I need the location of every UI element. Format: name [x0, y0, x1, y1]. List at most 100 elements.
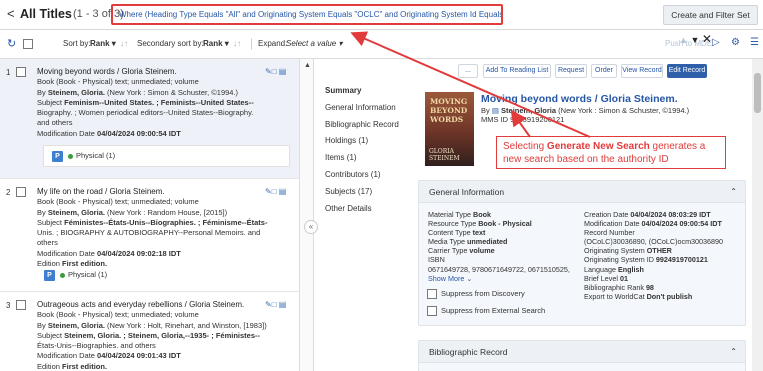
nav-subjects[interactable]: Subjects (17)	[325, 187, 410, 204]
suppress-external-checkbox[interactable]: Suppress from External Search	[427, 306, 545, 317]
header-bar: < All Titles (1 - 3 of 3) Where (Heading…	[0, 0, 763, 30]
share-icon[interactable]: ▷	[712, 37, 720, 48]
field-isbn-value: 0671649728, 9780671649722, 0671510525,	[428, 264, 570, 274]
record-section-nav: Summary General Information Bibliographi…	[325, 86, 410, 220]
record-icons[interactable]: ✎□ ▤	[265, 67, 286, 76]
search-query[interactable]: Where (Heading Type Equals "All" and Ori…	[111, 4, 503, 25]
chevron-up-icon[interactable]: ⌃	[730, 187, 737, 196]
field-record-number: (OCoLC)30036890, (OCoLC)ocm30036890	[584, 237, 724, 247]
result-number: 2	[6, 188, 11, 197]
previous-record-icon[interactable]: ▲	[679, 35, 688, 45]
list-view-icon[interactable]: ☰	[750, 37, 759, 48]
record-actions: ... Add To Reading List Request Order Vi…	[456, 64, 756, 78]
collapse-pane-icon[interactable]: «	[304, 220, 318, 234]
select-all-checkbox[interactable]	[23, 39, 33, 49]
nav-items[interactable]: Items (1)	[325, 153, 410, 170]
suppress-discovery-checkbox[interactable]: Suppress from Discovery	[427, 289, 525, 300]
expand-select[interactable]: Select a value ▾	[286, 39, 343, 48]
back-arrow-icon[interactable]: <	[7, 6, 15, 21]
more-actions-button[interactable]: ...	[458, 64, 478, 78]
view-record-button[interactable]: View Record	[621, 64, 663, 78]
result-line: Edition First edition.	[37, 361, 108, 371]
list-item[interactable]: 1 Moving beyond words / Gloria Steinem. …	[0, 59, 299, 179]
add-to-reading-list-button[interactable]: Add To Reading List	[483, 64, 551, 78]
result-line: By Steinem, Gloria. (New York : Random H…	[37, 207, 228, 217]
nav-other-details[interactable]: Other Details	[325, 204, 410, 221]
by-label: By	[481, 106, 490, 115]
result-checkbox[interactable]	[16, 300, 26, 310]
result-line: Modification Date 04/04/2024 09:01:43 ID…	[37, 351, 181, 361]
results-toolbar: ↻ Sort by: Rank ▾ ↓↑ Secondary sort by: …	[0, 30, 763, 59]
result-line: and others	[37, 118, 73, 128]
authority-icon[interactable]: ▤	[492, 106, 499, 115]
field-content-type: Content Type text	[428, 228, 486, 238]
field-export-worldcat: Export to WorldCat Don't publish	[584, 291, 693, 301]
show-more-link[interactable]: Show More ⌄	[428, 274, 570, 283]
nav-summary[interactable]: Summary	[325, 86, 410, 103]
physical-inventory[interactable]: P Physical (1)	[43, 264, 133, 286]
gear-icon[interactable]: ⚙	[731, 37, 740, 48]
panel-title: General Information	[429, 187, 505, 197]
create-filter-set-button[interactable]: Create and Filter Set	[663, 5, 758, 25]
results-list: 1 Moving beyond words / Gloria Steinem. …	[0, 59, 300, 371]
cover-title: MOVING BEYOND WORDS	[430, 97, 468, 124]
chevron-up-icon[interactable]: ⌃	[730, 347, 737, 356]
field-media-type: Media Type unmediated	[428, 237, 508, 247]
bibliographic-record-header[interactable]: Bibliographic Record ⌃	[419, 341, 745, 363]
nav-holdings[interactable]: Holdings (1)	[325, 136, 410, 153]
result-number: 3	[6, 301, 11, 310]
record-icons[interactable]: ✎□ ▤	[265, 187, 286, 196]
list-item[interactable]: 2 My life on the road / Gloria Steinem. …	[0, 179, 299, 292]
result-line: Modification Date 04/04/2024 09:00:54 ID…	[37, 128, 181, 138]
record-title[interactable]: Moving beyond words / Gloria Steinem.	[481, 93, 678, 105]
panel-title: Bibliographic Record	[429, 347, 508, 357]
result-checkbox[interactable]	[16, 67, 26, 77]
field-resource-type: Resource Type Book - Physical	[428, 219, 532, 229]
result-line: Modification Date 04/04/2024 09:02:18 ID…	[37, 248, 181, 258]
field-carrier-type: Carrier Type volume	[428, 246, 495, 256]
physical-label: Physical (1)	[68, 270, 108, 279]
close-icon[interactable]: ✕	[702, 32, 712, 46]
general-right-column: Creation Date 04/04/2024 08:03:29 IDT Mo…	[584, 210, 723, 301]
result-line: Book (Book - Physical) text; unmediated;…	[37, 77, 199, 87]
annotation-text: Selecting Generate New Search generates …	[503, 141, 706, 165]
field-record-number-label: Record Number	[584, 228, 635, 238]
request-button[interactable]: Request	[555, 64, 587, 78]
sort-direction-icon[interactable]: ↓↑	[120, 39, 128, 48]
result-title[interactable]: Outrageous acts and everyday rebellions …	[37, 300, 269, 310]
nav-contributors[interactable]: Contributors (1)	[325, 170, 410, 187]
scroll-up-icon[interactable]: ▲	[304, 62, 311, 69]
list-item[interactable]: 3 Outrageous acts and everyday rebellion…	[0, 292, 299, 371]
book-cover: MOVING BEYOND WORDS GLORIA STEINEM	[425, 92, 474, 166]
author-link[interactable]: Steinem, Gloria	[501, 106, 556, 115]
result-line: Biography. ; Women periodical editors--U…	[37, 108, 254, 118]
details-scrollbar[interactable]	[752, 59, 763, 371]
general-information-header[interactable]: General Information ⌃	[419, 181, 745, 203]
result-number: 1	[6, 68, 11, 77]
nav-general-information[interactable]: General Information	[325, 103, 410, 120]
next-record-icon[interactable]: ▼	[690, 35, 699, 45]
field-creation-date: Creation Date 04/04/2024 08:03:29 IDT	[584, 210, 711, 219]
secondary-sort-select[interactable]: Rank ▾	[203, 39, 229, 48]
field-brief-level: Brief Level 01	[584, 273, 628, 283]
general-left-column: Material Type Book Resource Type Book - …	[428, 210, 570, 283]
scroll-thumb[interactable]	[754, 73, 761, 113]
edit-record-button[interactable]: Edit Record	[667, 64, 707, 78]
result-title[interactable]: Moving beyond words / Gloria Steinem.	[37, 67, 269, 77]
result-checkbox[interactable]	[16, 187, 26, 197]
record-icons[interactable]: ✎□ ▤	[265, 300, 286, 309]
sort-select[interactable]: Rank ▾	[90, 39, 116, 48]
page-title: All Titles	[20, 7, 72, 21]
refresh-icon[interactable]: ↻	[7, 37, 16, 50]
result-title[interactable]: My life on the road / Gloria Steinem.	[37, 187, 269, 197]
secondary-direction-icon[interactable]: ↓↑	[233, 39, 241, 48]
order-button[interactable]: Order	[591, 64, 617, 78]
publisher-info: (New York : Simon & Schuster, ©1994.)	[558, 106, 690, 115]
availability-dot-icon	[68, 154, 73, 159]
field-originating-system-id: Originating System ID 9924919700121	[584, 255, 708, 265]
results-scrollbar[interactable]: ▲	[303, 59, 312, 371]
record-byline: By ▤ Steinem, Gloria (New York : Simon &…	[481, 106, 689, 115]
physical-inventory[interactable]: P Physical (1)	[43, 145, 290, 167]
nav-bibliographic-record[interactable]: Bibliographic Record	[325, 120, 410, 137]
annotation-callout: Selecting Generate New Search generates …	[496, 136, 726, 169]
